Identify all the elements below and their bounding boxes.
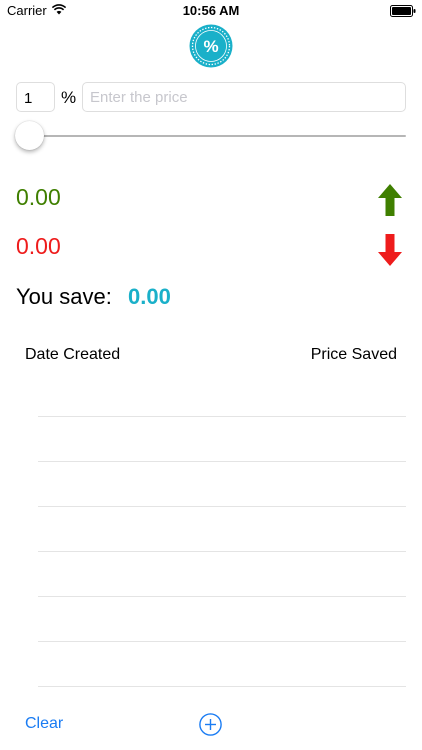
savings-label: You save: [16, 284, 112, 309]
percent-symbol: % [61, 88, 77, 107]
history-table [38, 372, 406, 687]
slider-track[interactable] [30, 135, 406, 137]
table-row [38, 417, 406, 462]
status-bar: Carrier 10:56 AM [0, 0, 422, 22]
percent-badge-icon: % [189, 24, 233, 68]
svg-text:%: % [203, 37, 218, 56]
percent-field[interactable]: 1 [16, 82, 55, 112]
column-header-price: Price Saved [310, 346, 397, 363]
table-row [38, 552, 406, 597]
arrow-up-icon [378, 184, 402, 216]
column-header-date: Date Created [25, 346, 121, 363]
table-row [38, 372, 406, 417]
table-row [38, 462, 406, 507]
clock: 10:56 AM [182, 3, 240, 18]
increased-value: 0.00 [16, 184, 61, 210]
table-row [38, 642, 406, 687]
plus-circle-icon[interactable] [199, 713, 222, 736]
decreased-value: 0.00 [16, 233, 61, 259]
savings-value: 0.00 [128, 284, 171, 309]
clear-button[interactable]: Clear [25, 715, 63, 733]
arrow-down-icon [378, 234, 402, 266]
price-input[interactable] [82, 82, 406, 112]
table-row [38, 597, 406, 642]
slider-thumb[interactable] [15, 121, 44, 150]
battery-icon [390, 5, 416, 17]
table-row [38, 507, 406, 552]
